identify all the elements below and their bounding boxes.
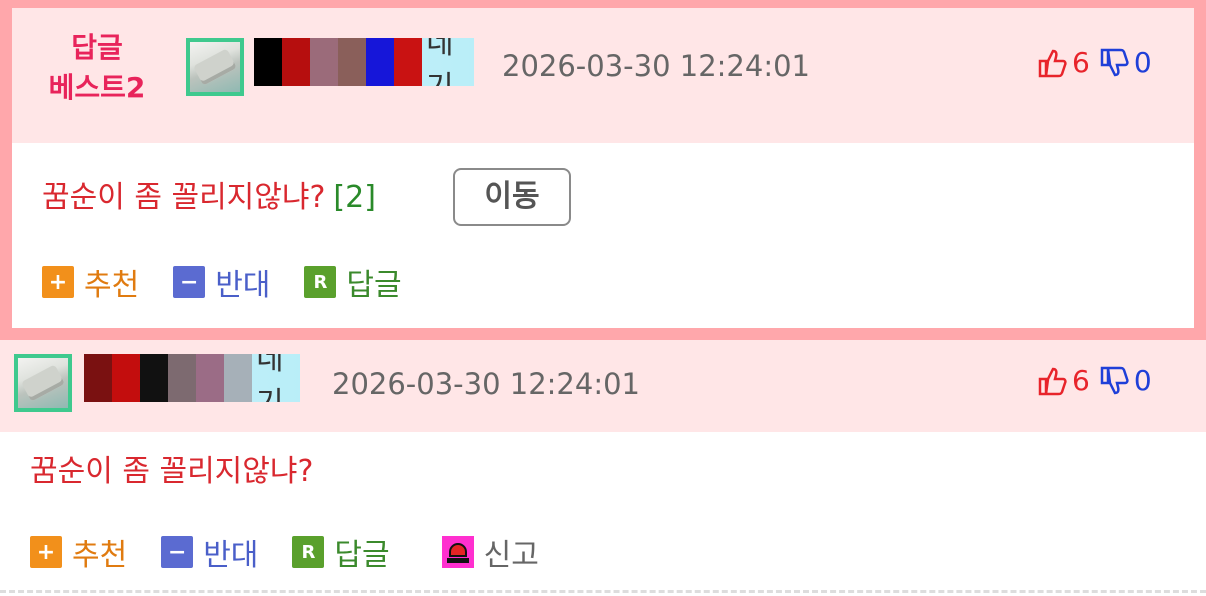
move-button[interactable]: 이동 xyxy=(453,168,571,226)
oppose-label: 반대 xyxy=(203,538,259,573)
dislike-count: 0 xyxy=(1133,364,1152,397)
plus-icon: + xyxy=(30,536,62,568)
nickname-mosaic xyxy=(254,38,422,86)
comment-actions: + 추천 − 반대 R 답글 xyxy=(42,260,436,304)
divider xyxy=(0,590,1206,593)
like-button[interactable]: 6 xyxy=(1036,46,1090,79)
best-reply-card: 답글 베스트2 네기 2026-03-30 12:24:01 xyxy=(0,0,1206,340)
minus-icon: − xyxy=(161,536,194,568)
oppose-label: 반대 xyxy=(215,268,271,303)
recommend-label: 추천 xyxy=(84,268,140,303)
avatar-image xyxy=(18,358,68,408)
comment-body: 꿈순이 좀 꼴리지않냐? xyxy=(42,180,326,215)
comment-text: 꿈순이 좀 꼴리지않냐? [2] xyxy=(42,178,376,218)
siren-icon xyxy=(441,536,474,568)
reply-button[interactable]: R 답글 xyxy=(292,530,390,574)
oppose-button[interactable]: − 반대 xyxy=(161,530,258,574)
vote-counts: 6 0 xyxy=(1036,46,1152,79)
reply-button[interactable]: R 답글 xyxy=(304,260,402,304)
recommend-button[interactable]: + 추천 xyxy=(42,260,139,304)
vote-counts: 6 0 xyxy=(1036,364,1152,397)
avatar[interactable] xyxy=(186,38,244,96)
reply-header: 네기 2026-03-30 12:24:01 6 0 xyxy=(0,340,1206,432)
nickname-mosaic xyxy=(84,354,252,402)
comment-date: 2026-03-30 12:24:01 xyxy=(332,367,640,401)
nickname[interactable]: 네기 xyxy=(84,354,300,402)
thumbs-up-icon xyxy=(1038,367,1067,395)
thumbs-down-icon xyxy=(1100,366,1129,394)
dislike-button[interactable]: 0 xyxy=(1098,364,1152,397)
best-reply-badge: 답글 베스트2 xyxy=(32,28,162,108)
avatar-image xyxy=(190,42,240,92)
report-button[interactable]: 신고 xyxy=(441,530,539,574)
report-label: 신고 xyxy=(483,538,539,573)
comment-date: 2026-03-30 12:24:01 xyxy=(502,49,810,83)
nickname[interactable]: 네기 xyxy=(254,38,474,86)
avatar[interactable] xyxy=(14,354,72,412)
nickname-text: 네기 xyxy=(426,38,455,86)
oppose-button[interactable]: − 반대 xyxy=(173,260,270,304)
dislike-count: 0 xyxy=(1133,46,1152,79)
comment-text: 꿈순이 좀 꼴리지않냐? xyxy=(30,454,314,489)
badge-line-2: 베스트2 xyxy=(48,71,146,104)
nickname-text: 네기 xyxy=(256,354,285,402)
recommend-label: 추천 xyxy=(72,538,128,573)
reply-label: 답글 xyxy=(346,268,402,303)
thumbs-down-icon xyxy=(1100,48,1129,76)
dislike-button[interactable]: 0 xyxy=(1098,46,1152,79)
reply-label: 답글 xyxy=(334,538,390,573)
badge-line-1: 답글 xyxy=(71,31,123,64)
reply-count[interactable]: [2] xyxy=(333,180,376,215)
reply-r-icon: R xyxy=(304,266,337,298)
like-count: 6 xyxy=(1072,46,1090,79)
like-button[interactable]: 6 xyxy=(1036,364,1090,397)
plus-icon: + xyxy=(42,266,74,298)
best-reply-body: 답글 베스트2 네기 2026-03-30 12:24:01 xyxy=(12,8,1194,328)
minus-icon: − xyxy=(173,266,206,298)
thumbs-up-icon xyxy=(1038,49,1067,77)
reply-r-icon: R xyxy=(292,536,325,568)
like-count: 6 xyxy=(1072,364,1090,397)
recommend-button[interactable]: + 추천 xyxy=(30,530,127,574)
best-reply-header: 답글 베스트2 네기 2026-03-30 12:24:01 xyxy=(12,8,1194,143)
comment-actions: + 추천 − 반대 R 답글 신고 xyxy=(30,530,573,574)
